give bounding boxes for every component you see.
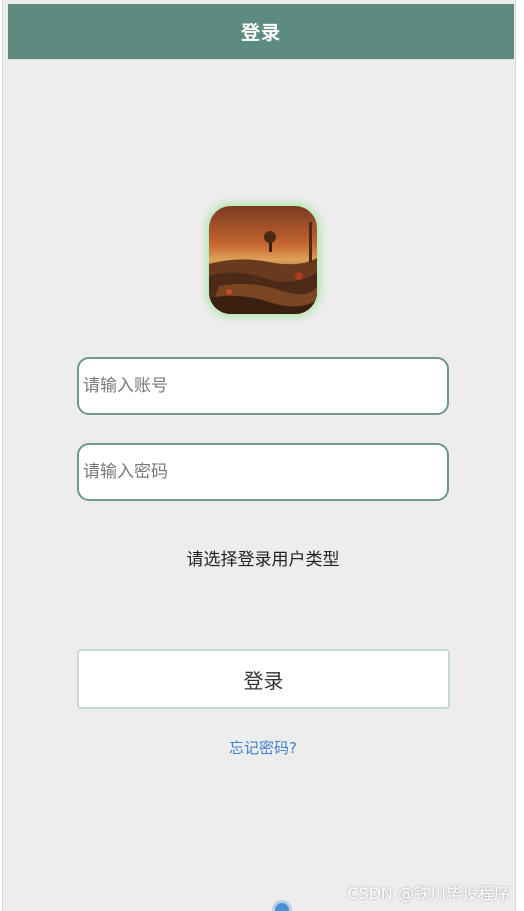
forgot-password-link[interactable]: 忘记密码? bbox=[3, 737, 515, 758]
login-screen: 登录 请选择登录用户类型 bbox=[2, 0, 516, 911]
login-button[interactable]: 登录 bbox=[77, 649, 450, 709]
header-bar: 登录 bbox=[8, 4, 514, 59]
avatar bbox=[209, 206, 317, 314]
account-input[interactable] bbox=[77, 357, 449, 415]
password-input[interactable] bbox=[77, 443, 449, 501]
landscape-avatar-image bbox=[209, 206, 317, 314]
user-type-selector[interactable]: 请选择登录用户类型 bbox=[3, 545, 515, 570]
watermark-text: CSDN @铁川毕设程序 bbox=[347, 884, 510, 903]
page-title: 登录 bbox=[240, 22, 281, 44]
scroll-indicator-dot bbox=[275, 903, 289, 911]
